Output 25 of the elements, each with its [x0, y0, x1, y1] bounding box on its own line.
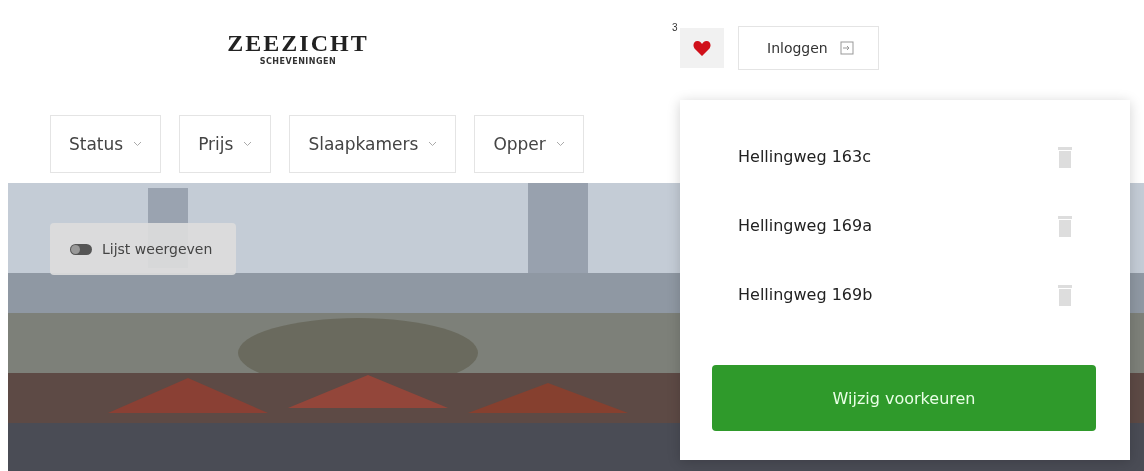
- heart-icon: [693, 39, 711, 56]
- delete-button[interactable]: [1058, 214, 1072, 237]
- login-icon: [839, 40, 854, 55]
- chevron-down-icon: [243, 141, 253, 147]
- filter-dropdown[interactable]: Prijs: [179, 115, 272, 173]
- favorites-count: 3: [672, 21, 678, 33]
- logo-tagline: SCHEVENINGEN: [259, 56, 337, 66]
- delete-button[interactable]: [1058, 145, 1072, 168]
- list-view-toggle[interactable]: Lijst weergeven: [50, 223, 237, 275]
- chevron-down-icon: [555, 141, 565, 147]
- trash-icon: [1058, 283, 1072, 306]
- chevron-down-icon: [428, 141, 438, 147]
- trash-icon: [1058, 145, 1072, 168]
- filter-dropdown[interactable]: Status: [50, 115, 162, 173]
- trash-icon: [1058, 214, 1072, 237]
- filter-dropdown[interactable]: Slaapkamers: [289, 115, 457, 173]
- favorite-address[interactable]: Hellingweg 169b: [738, 285, 873, 304]
- logo-wordmark: ZEEZICHT: [227, 29, 369, 57]
- logo[interactable]: ZEEZICHT SCHEVENINGEN: [228, 29, 368, 66]
- filter-dropdown[interactable]: Opper: [474, 115, 584, 173]
- favorite-address[interactable]: Hellingweg 163c: [738, 147, 871, 166]
- login-button[interactable]: Inloggen: [738, 25, 879, 70]
- chevron-down-icon: [133, 141, 143, 147]
- delete-button[interactable]: [1058, 283, 1072, 306]
- favorite-address[interactable]: Hellingweg 169a: [738, 216, 873, 235]
